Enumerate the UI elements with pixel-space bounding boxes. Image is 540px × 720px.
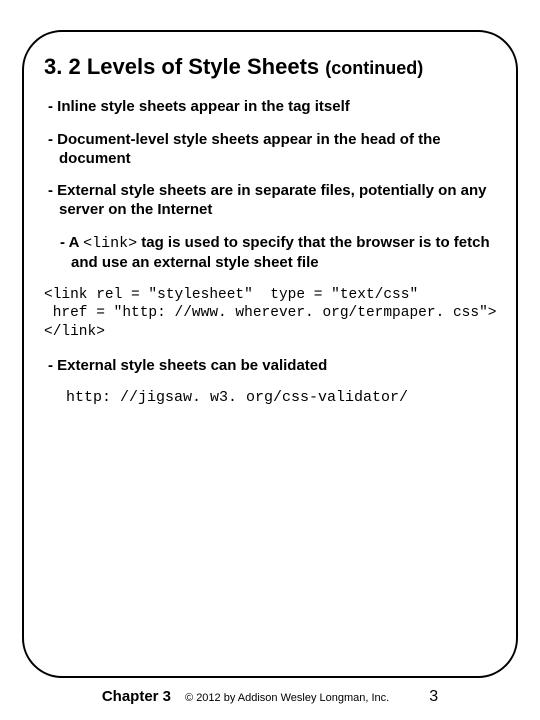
footer-chapter: Chapter 3	[102, 688, 171, 705]
slide-footer: Chapter 3 © 2012 by Addison Wesley Longm…	[0, 688, 540, 706]
footer-copyright: © 2012 by Addison Wesley Longman, Inc.	[185, 692, 389, 704]
code-line-1: <link rel = "stylesheet" type = "text/cs…	[44, 287, 418, 303]
slide-frame: 3. 2 Levels of Style Sheets (continued) …	[22, 30, 518, 678]
bullet-inline-style: - Inline style sheets appear in the tag …	[48, 98, 498, 117]
heading-number: 3. 2	[44, 54, 81, 79]
code-block-link-example: <link rel = "stylesheet" type = "text/cs…	[44, 286, 498, 340]
bullet-external-style: - External style sheets are in separate …	[48, 182, 498, 220]
bullet-document-level: - Document-level style sheets appear in …	[48, 131, 498, 169]
code-line-2: href = "http: //www. wherever. org/termp…	[44, 305, 496, 321]
heading-continued: (continued)	[325, 58, 423, 78]
code-inline-link: <link>	[83, 235, 137, 252]
validator-url: http: //jigsaw. w3. org/css-validator/	[66, 389, 498, 406]
bullet-link-tag: - A <link> tag is used to specify that t…	[60, 234, 498, 273]
code-line-3: </link>	[44, 324, 105, 340]
footer-page-number: 3	[429, 688, 438, 706]
heading-title: Levels of Style Sheets	[87, 54, 319, 79]
bullet-link-pre: - A	[60, 234, 83, 251]
slide-heading: 3. 2 Levels of Style Sheets (continued)	[44, 54, 498, 80]
bullet-validation: - External style sheets can be validated	[48, 357, 498, 376]
